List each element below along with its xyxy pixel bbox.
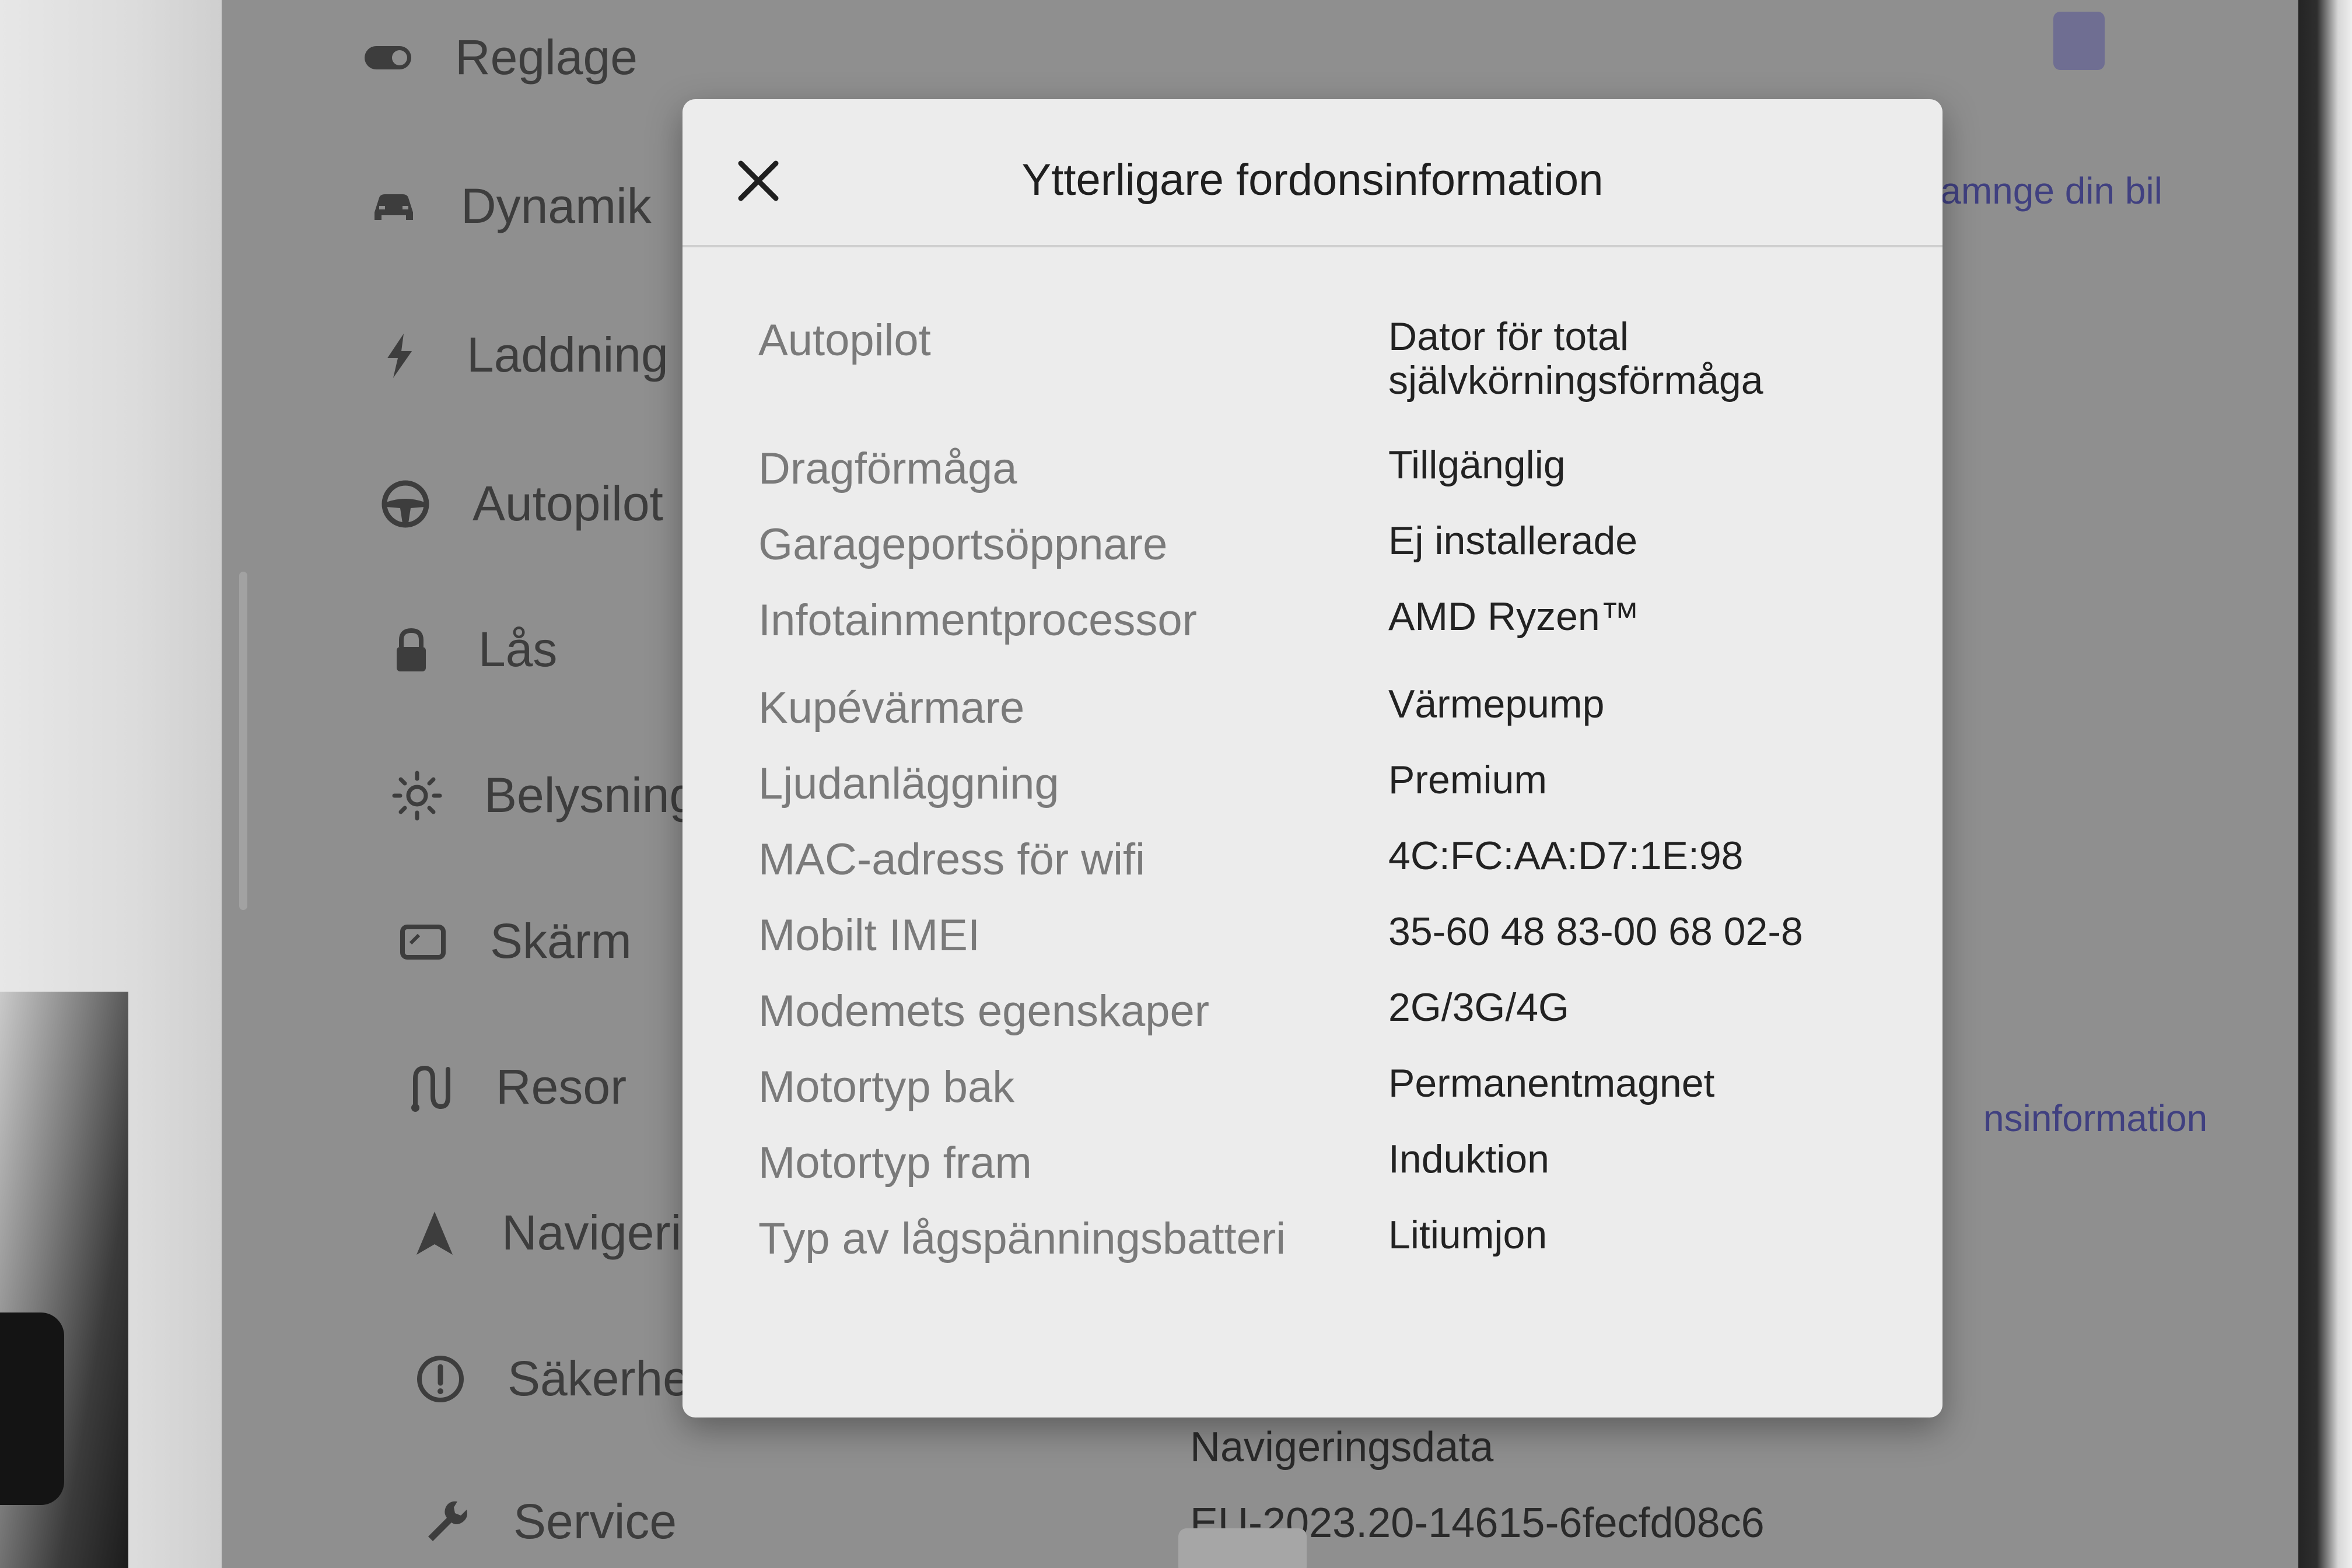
sidebar-item-autopilot[interactable]: Autopilot — [373, 475, 663, 532]
alert-circle-icon — [408, 1353, 473, 1405]
navigation-arrow-icon — [402, 1207, 467, 1259]
environment-pad — [0, 1312, 64, 1505]
vehicle-info-link[interactable]: nsinformation — [1983, 1097, 2207, 1140]
info-label: Typ av lågspänningsbatteri — [758, 1214, 1286, 1264]
info-row: Infotainmentprocessor AMD Ryzen™ — [758, 595, 1896, 646]
info-row: Garageportsöppnare Ej installerade — [758, 519, 1896, 570]
sidebar-scrollbar[interactable] — [239, 572, 247, 910]
info-label: Modemets egenskaper — [758, 986, 1210, 1036]
sidebar-item-resor[interactable]: Resor — [397, 1059, 626, 1115]
sidebar-item-belysning[interactable]: Belysning — [385, 767, 696, 824]
name-car-link[interactable]: Namnge din bil — [1913, 169, 2162, 212]
sidebar-item-service[interactable]: Service — [414, 1493, 677, 1550]
display-icon — [391, 915, 455, 968]
sidebar-item-dynamik[interactable]: Dynamik — [362, 178, 652, 235]
info-row: Kupévärmare Värmepump — [758, 682, 1896, 733]
car-icon — [362, 180, 426, 233]
info-label: Kupévärmare — [758, 683, 1025, 733]
info-row: Motortyp bak Permanentmagnet — [758, 1062, 1896, 1112]
info-value: Dator för total självkörningsförmåga — [1388, 314, 1763, 402]
info-value: 4C:FC:AA:D7:1E:98 — [1388, 834, 1744, 878]
sidebar-item-label: Dynamik — [461, 178, 652, 233]
sidebar-item-skarm[interactable]: Skärm — [391, 913, 632, 970]
sidebar-item-label: Autopilot — [473, 476, 663, 531]
info-value: AMD Ryzen™ — [1388, 594, 1640, 639]
info-label: Dragförmåga — [758, 444, 1017, 494]
sidebar-item-label: Reglage — [455, 30, 638, 85]
vehicle-info-modal: Ytterligare fordonsinformation Autopilot… — [682, 99, 1943, 1418]
info-row: Dragförmåga Tillgänglig — [758, 443, 1896, 494]
profile-chip[interactable] — [2053, 12, 2105, 70]
sidebar-item-label: Säkerhet — [508, 1351, 704, 1406]
info-label: Garageportsöppnare — [758, 520, 1168, 569]
sidebar-item-laddning[interactable]: Laddning — [368, 327, 668, 383]
sidebar-item-label: Skärm — [490, 914, 632, 968]
steering-wheel-icon — [373, 478, 438, 530]
info-value: Ej installerade — [1388, 519, 1638, 563]
info-row: Typ av lågspänningsbatteri Litiumjon — [758, 1213, 1896, 1264]
nav-data-label: Navigeringsdata — [1190, 1424, 1494, 1471]
sidebar-item-reglage[interactable]: Reglage — [356, 29, 638, 86]
info-value: 2G/3G/4G — [1388, 985, 1569, 1030]
info-row: MAC-adress för wifi 4C:FC:AA:D7:1E:98 — [758, 834, 1896, 885]
sidebar-item-sakerhet[interactable]: Säkerhet — [408, 1350, 704, 1407]
toggle-icon — [356, 32, 420, 84]
info-row: Autopilot Dator för total självkörningsf… — [758, 315, 1896, 402]
info-label: MAC-adress för wifi — [758, 835, 1145, 884]
info-row: Mobilt IMEI 35-60 48 83-00 68 02-8 — [758, 910, 1896, 961]
lock-icon — [379, 624, 443, 676]
sidebar-item-label: Resor — [496, 1059, 627, 1114]
info-row: Modemets egenskaper 2G/3G/4G — [758, 986, 1896, 1037]
info-label: Motortyp bak — [758, 1062, 1015, 1112]
info-label: Motortyp fram — [758, 1138, 1032, 1188]
info-label: Infotainmentprocessor — [758, 596, 1197, 645]
sun-icon — [385, 769, 449, 822]
modal-header: Ytterligare fordonsinformation — [682, 99, 1943, 247]
info-row: Motortyp fram Induktion — [758, 1138, 1896, 1188]
environment-left — [0, 0, 222, 1568]
modal-title: Ytterligare fordonsinformation — [1021, 155, 1604, 205]
info-row: Ljudanläggning Premium — [758, 758, 1896, 809]
info-label: Autopilot — [758, 316, 931, 365]
sidebar-item-las[interactable]: Lås — [379, 621, 557, 678]
info-label: Mobilt IMEI — [758, 911, 981, 960]
sidebar-item-label: Laddning — [467, 327, 668, 382]
sidebar-item-label: Service — [513, 1494, 677, 1549]
wrench-icon — [414, 1496, 478, 1548]
info-value: Litiumjon — [1388, 1213, 1548, 1257]
info-value: Tillgänglig — [1388, 443, 1566, 487]
info-value: Induktion — [1388, 1137, 1549, 1181]
info-value: 35-60 48 83-00 68 02-8 — [1388, 909, 1803, 954]
lightning-icon — [368, 329, 432, 382]
sidebar-item-label: Belysning — [484, 768, 697, 822]
info-value: Permanentmagnet — [1388, 1061, 1715, 1105]
info-value: Premium — [1388, 758, 1548, 802]
route-icon — [397, 1061, 461, 1114]
background-pill — [1178, 1528, 1307, 1568]
info-value: Värmepump — [1388, 682, 1605, 726]
sidebar-item-label: Lås — [478, 622, 558, 677]
info-label: Ljudanläggning — [758, 759, 1059, 808]
